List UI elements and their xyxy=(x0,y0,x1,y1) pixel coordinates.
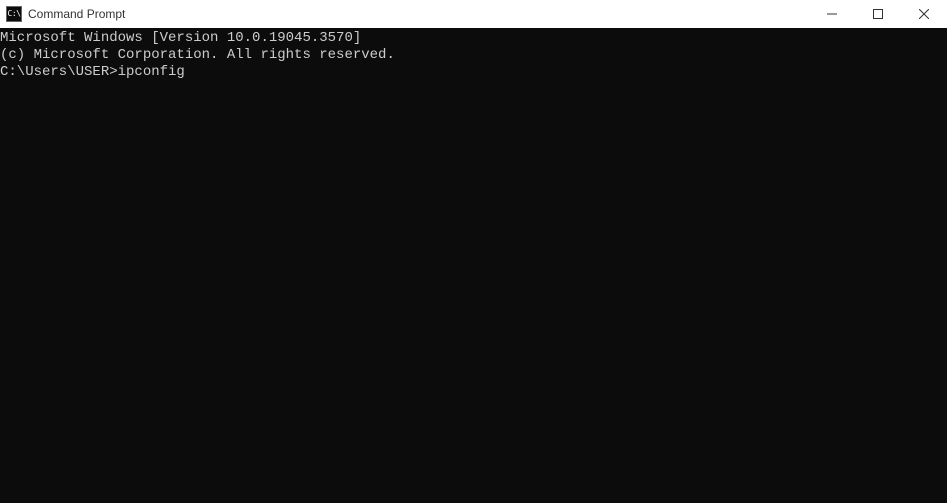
command-text: ipconfig xyxy=(118,64,185,80)
minimize-icon xyxy=(827,9,837,19)
minimize-button[interactable] xyxy=(809,0,855,28)
maximize-button[interactable] xyxy=(855,0,901,28)
prompt-text: C:\Users\USER> xyxy=(0,64,118,80)
window-controls xyxy=(809,0,947,28)
titlebar: C:\ Command Prompt xyxy=(0,0,947,28)
cmd-icon-label: C:\ xyxy=(8,10,21,18)
close-button[interactable] xyxy=(901,0,947,28)
copyright-line: (c) Microsoft Corporation. All rights re… xyxy=(0,47,947,64)
close-icon xyxy=(919,9,929,19)
window-title: Command Prompt xyxy=(28,7,125,21)
terminal-area[interactable]: Microsoft Windows [Version 10.0.19045.35… xyxy=(0,28,947,503)
cmd-icon: C:\ xyxy=(6,6,22,22)
prompt-line: C:\Users\USER>ipconfig xyxy=(0,64,947,81)
version-line: Microsoft Windows [Version 10.0.19045.35… xyxy=(0,30,947,47)
maximize-icon xyxy=(873,9,883,19)
